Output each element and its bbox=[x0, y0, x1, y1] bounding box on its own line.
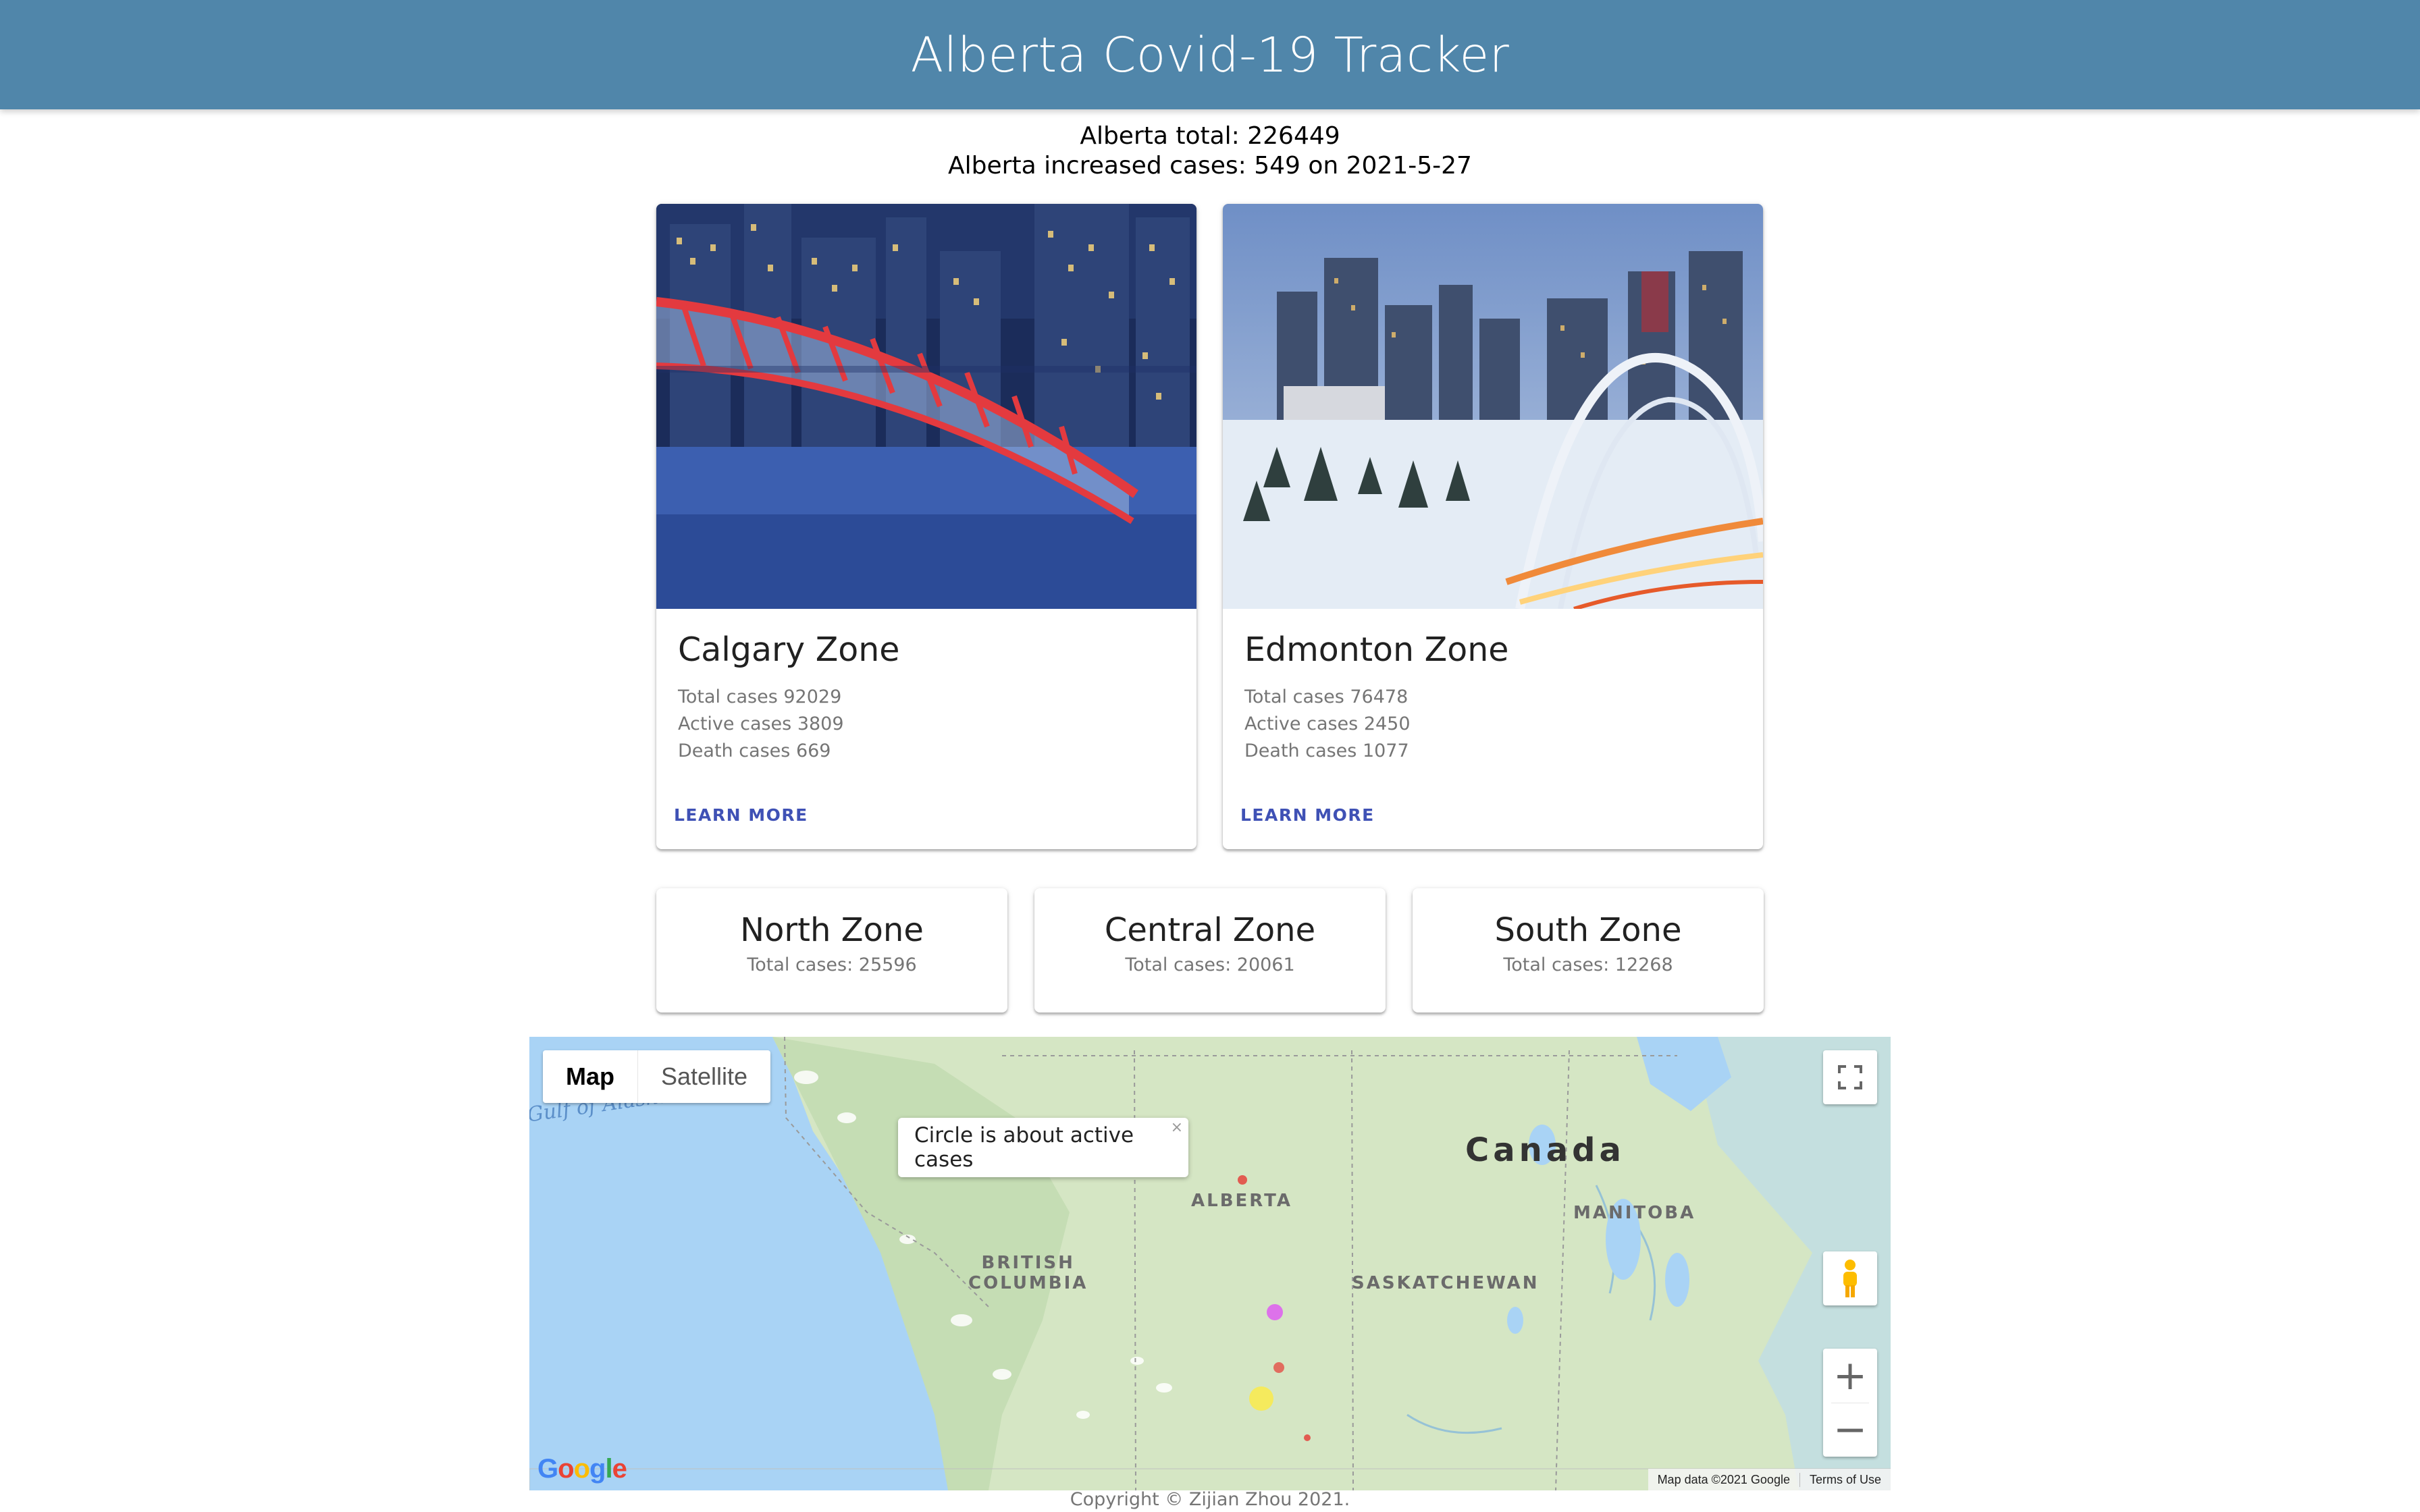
south-zone-card: South Zone Total cases: 12268 bbox=[1413, 888, 1764, 1013]
footer-copyright: Copyright © Zijian Zhou 2021. bbox=[1070, 1489, 1350, 1510]
google-logo: Google bbox=[537, 1454, 627, 1484]
alberta-increase: Alberta increased cases: 549 on 2021-5-2… bbox=[948, 152, 1472, 180]
edmonton-death-cases: Death cases 1077 bbox=[1244, 740, 1409, 761]
calgary-zone-card: Calgary Zone Total cases 92029 Active ca… bbox=[656, 204, 1196, 849]
calgary-image bbox=[656, 204, 1196, 609]
central-zone-title: Central Zone bbox=[1104, 911, 1316, 949]
central-zone-total: Total cases: 20061 bbox=[1125, 954, 1295, 975]
zoom-out-button[interactable]: − bbox=[1823, 1403, 1877, 1457]
info-window-text: Circle is about active cases bbox=[914, 1123, 1134, 1172]
south-zone-title: South Zone bbox=[1494, 911, 1682, 949]
calgary-active-cases: Active cases 3809 bbox=[678, 713, 844, 734]
calgary-total-cases: Total cases 92029 bbox=[678, 686, 842, 707]
map-data-credit: Map data ©2021 Google bbox=[1657, 1472, 1790, 1486]
map-type-control: Map Satellite bbox=[543, 1050, 771, 1103]
map-canvas[interactable] bbox=[529, 1037, 1891, 1490]
calgary-death-cases: Death cases 669 bbox=[678, 740, 831, 761]
manitoba-label: MANITOBA bbox=[1573, 1203, 1696, 1223]
map-type-map-button[interactable]: Map bbox=[543, 1050, 638, 1103]
edmonton-zone-title: Edmonton Zone bbox=[1244, 630, 1509, 669]
edmonton-total-cases: Total cases 76478 bbox=[1244, 686, 1409, 707]
province-summary: Alberta total: 226449 Alberta increased … bbox=[0, 122, 2420, 181]
zoom-control: + − bbox=[1823, 1349, 1877, 1457]
fullscreen-button[interactable] bbox=[1823, 1050, 1877, 1104]
edmonton-learn-more-button[interactable]: LEARN MORE bbox=[1240, 801, 1375, 829]
central-zone-card: Central Zone Total cases: 20061 bbox=[1034, 888, 1386, 1013]
map-type-satellite-button[interactable]: Satellite bbox=[638, 1050, 770, 1103]
terms-of-use-link[interactable]: Terms of Use bbox=[1799, 1472, 1891, 1487]
north-zone-title: North Zone bbox=[740, 911, 924, 949]
alberta-total: Alberta total: 226449 bbox=[1080, 122, 1340, 150]
map-attribution: Map data ©2021 Google Terms of Use bbox=[1648, 1469, 1891, 1490]
south-zone-total: Total cases: 12268 bbox=[1503, 954, 1673, 975]
map-info-window: Circle is about active cases × bbox=[898, 1118, 1188, 1177]
british-columbia-label: BRITISH COLUMBIA bbox=[968, 1253, 1088, 1293]
app-title: Alberta Covid-19 Tracker bbox=[910, 26, 1510, 83]
fullscreen-icon bbox=[1838, 1065, 1862, 1089]
edmonton-zone-card: Edmonton Zone Total cases 76478 Active c… bbox=[1223, 204, 1763, 849]
north-zone-card: North Zone Total cases: 25596 bbox=[656, 888, 1007, 1013]
canada-label: Canada bbox=[1465, 1131, 1625, 1169]
calgary-learn-more-button[interactable]: LEARN MORE bbox=[674, 801, 808, 829]
calgary-zone-title: Calgary Zone bbox=[678, 630, 900, 669]
zoom-in-button[interactable]: + bbox=[1823, 1349, 1877, 1403]
alberta-label: ALBERTA bbox=[1191, 1191, 1292, 1211]
saskatchewan-label: SASKATCHEWAN bbox=[1352, 1273, 1540, 1293]
pegman-icon bbox=[1843, 1260, 1857, 1297]
app-bar: Alberta Covid-19 Tracker bbox=[0, 0, 2420, 109]
edmonton-active-cases: Active cases 2450 bbox=[1244, 713, 1411, 734]
info-window-close-icon[interactable]: × bbox=[1171, 1119, 1183, 1136]
street-view-pegman[interactable] bbox=[1823, 1251, 1877, 1305]
north-zone-total: Total cases: 25596 bbox=[747, 954, 917, 975]
covid-map[interactable]: Gulf of Alaska Canada ALBERTA BRITISH CO… bbox=[529, 1037, 1891, 1490]
edmonton-image bbox=[1223, 204, 1763, 609]
